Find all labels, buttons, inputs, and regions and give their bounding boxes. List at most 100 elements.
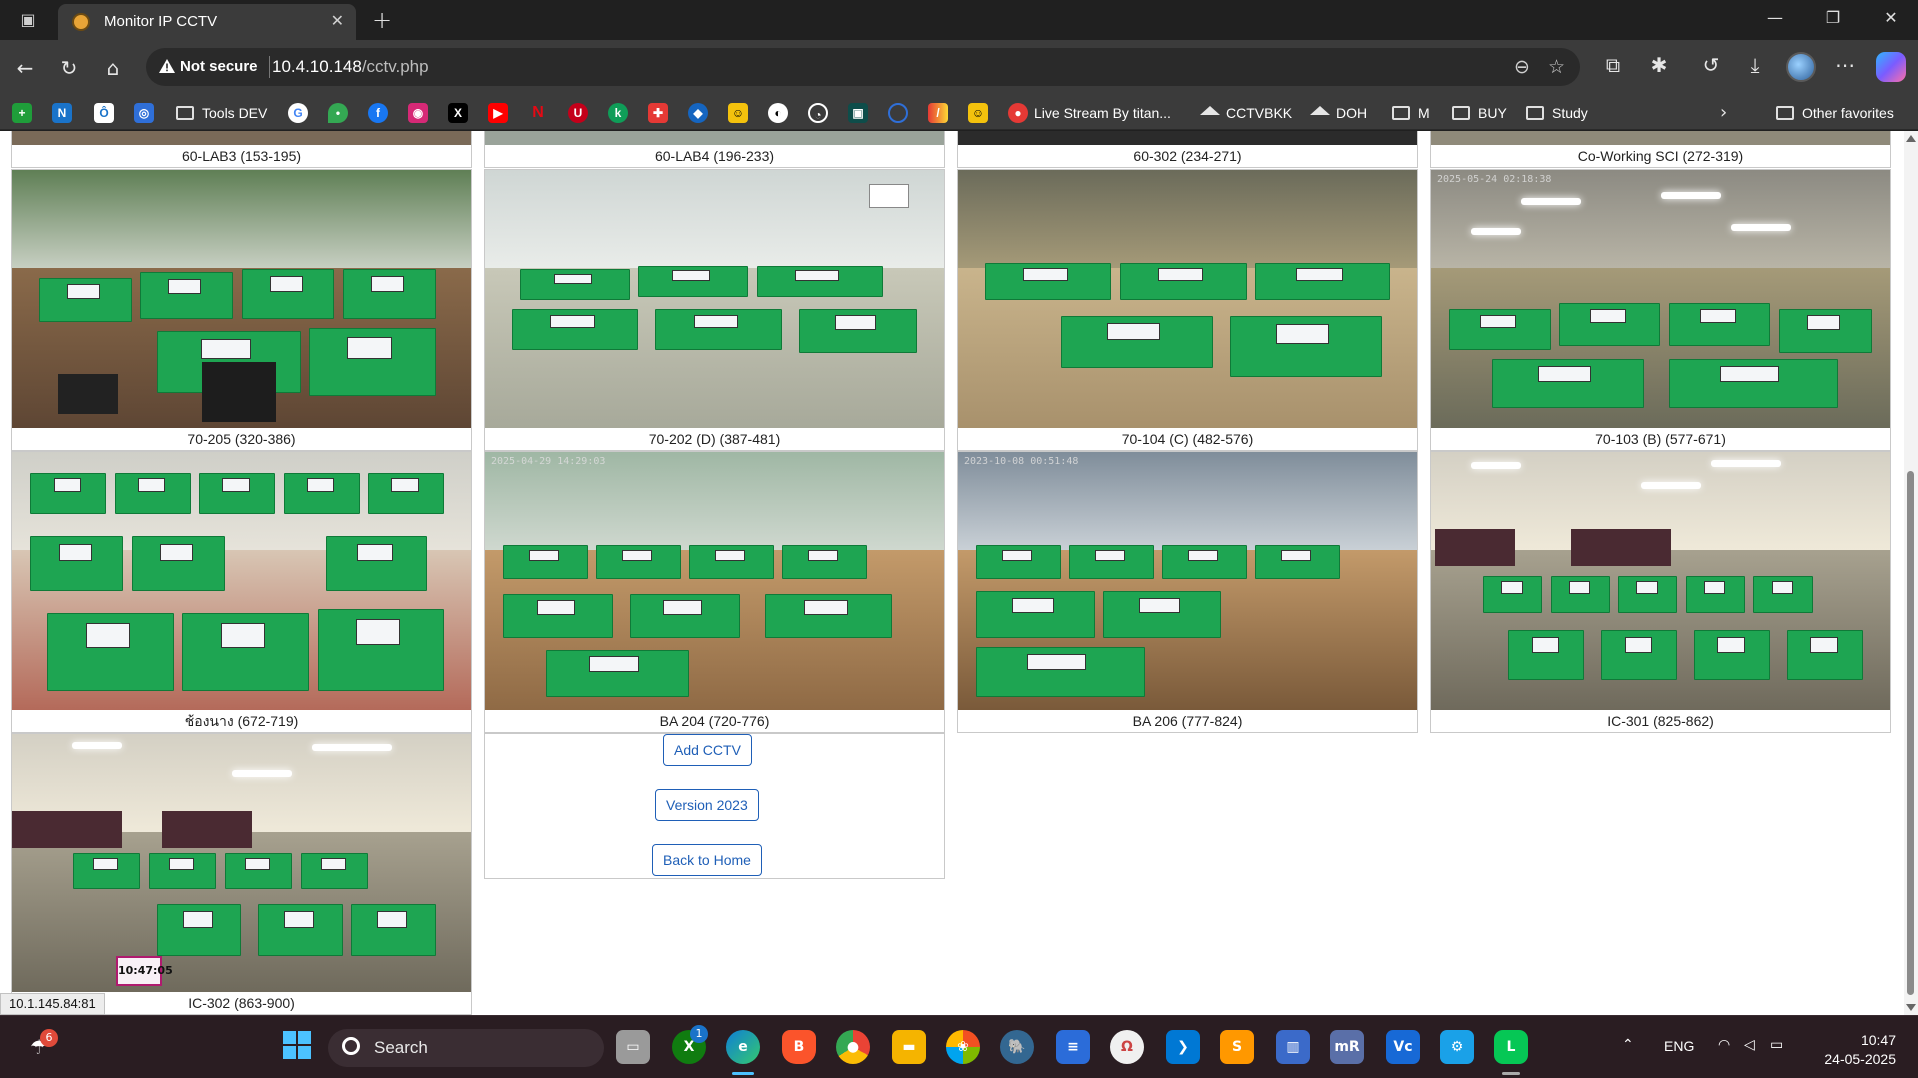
- taskbar-search[interactable]: Search: [328, 1029, 604, 1067]
- fav-onenote-icon[interactable]: N: [52, 102, 78, 124]
- fav-doh[interactable]: DOH: [1310, 102, 1367, 124]
- notepad-icon[interactable]: ≡: [1056, 1030, 1090, 1064]
- extensions-icon[interactable]: ✱: [1644, 53, 1674, 77]
- favorite-star-icon[interactable]: ☆: [1548, 56, 1565, 78]
- scroll-thumb[interactable]: [1907, 471, 1914, 995]
- minimize-icon[interactable]: —: [1760, 8, 1790, 27]
- fav-youtube-icon[interactable]: ▶: [488, 102, 514, 124]
- active-tab[interactable]: Monitor IP CCTV ✕: [58, 4, 356, 40]
- camera-feed[interactable]: [1431, 452, 1890, 710]
- fav-web-icon[interactable]: ◎: [134, 102, 160, 124]
- camera-tile[interactable]: 2025-04-29 14:29:03 BA 204 (720-776): [484, 451, 945, 733]
- network-tool-icon[interactable]: ⚙: [1440, 1030, 1474, 1064]
- wifi-icon[interactable]: ◠: [1718, 1036, 1730, 1053]
- camera-tile[interactable]: 70-205 (320-386): [11, 169, 472, 451]
- fav-x-icon[interactable]: X: [448, 102, 474, 124]
- zoom-icon[interactable]: ⊖: [1514, 56, 1530, 78]
- camera-tile[interactable]: 2025-05-24 02:18:38 70-103 (B) (577-671): [1430, 169, 1891, 451]
- fav-green-app-icon[interactable]: k: [608, 102, 634, 124]
- fav-cctvbkk[interactable]: CCTVBKK: [1200, 102, 1292, 124]
- fav-app-icon[interactable]: Ô: [94, 102, 120, 124]
- scroll-down-icon[interactable]: [1906, 1004, 1916, 1011]
- fav-netflix-icon[interactable]: N: [528, 102, 554, 124]
- add-cctv-button[interactable]: Add CCTV: [663, 734, 752, 766]
- profile-avatar[interactable]: [1786, 52, 1816, 82]
- fav-ring-icon[interactable]: [888, 102, 914, 124]
- address-bar[interactable]: Not secure 10.4.10.148/cctv.php ⊖ ☆: [146, 48, 1580, 86]
- camera-feed[interactable]: 2025-05-24 02:18:38: [1431, 170, 1890, 428]
- fav-other-favorites[interactable]: Other favorites: [1776, 102, 1894, 124]
- fav-character2-icon[interactable]: ☺: [968, 102, 994, 124]
- camera-tile[interactable]: ช้องนาง (672-719): [11, 451, 472, 733]
- restore-icon[interactable]: ❐: [1818, 8, 1848, 27]
- chevron-right-icon[interactable]: ›: [1720, 102, 1727, 123]
- camera-tile[interactable]: 60-302 (234-271): [957, 131, 1418, 168]
- fav-folder-buy[interactable]: BUY: [1452, 102, 1507, 124]
- fav-folder-m[interactable]: M: [1392, 102, 1430, 124]
- chrome-icon[interactable]: ●: [836, 1030, 870, 1064]
- camera-feed[interactable]: 10:47:05: [12, 734, 471, 992]
- camera-feed[interactable]: 2025-04-29 14:29:03: [485, 452, 944, 710]
- camera-tile[interactable]: 70-202 (D) (387-481): [484, 169, 945, 451]
- camera-tile[interactable]: 70-104 (C) (482-576): [957, 169, 1418, 451]
- file-explorer-icon[interactable]: ▬: [892, 1030, 926, 1064]
- back-icon[interactable]: ←: [10, 54, 40, 82]
- camera-feed[interactable]: 2023-10-08 00:51:48: [958, 452, 1417, 710]
- show-hidden-icons-icon[interactable]: ⌃: [1622, 1036, 1634, 1053]
- sublime-icon[interactable]: S: [1220, 1030, 1254, 1064]
- home-icon[interactable]: ⌂: [98, 54, 128, 82]
- line-icon[interactable]: L: [1494, 1030, 1528, 1064]
- battery-icon[interactable]: ▭: [1770, 1036, 1783, 1053]
- close-tab-icon[interactable]: ✕: [331, 11, 344, 30]
- back-to-home-button[interactable]: Back to Home: [652, 844, 762, 876]
- photos-icon[interactable]: ❀: [946, 1030, 980, 1064]
- fav-google-icon[interactable]: G: [288, 102, 314, 124]
- camera-tile[interactable]: Co-Working SCI (272-319): [1430, 131, 1891, 168]
- language-indicator[interactable]: ENG: [1664, 1038, 1694, 1054]
- camera-feed[interactable]: [958, 170, 1417, 428]
- camera-feed[interactable]: [12, 131, 471, 145]
- version-2023-button[interactable]: Version 2023: [655, 789, 759, 821]
- fav-live-stream[interactable]: ● Live Stream By titan...: [1008, 102, 1171, 124]
- edge-icon[interactable]: e: [726, 1030, 760, 1064]
- fav-gauge-icon[interactable]: ◔: [808, 102, 834, 124]
- close-window-icon[interactable]: ✕: [1876, 8, 1906, 27]
- collections-icon[interactable]: ⧉: [1598, 53, 1628, 77]
- camera-tile[interactable]: 2023-10-08 00:51:48 BA 206 (777-824): [957, 451, 1418, 733]
- camera-feed[interactable]: [12, 452, 471, 710]
- vc-icon[interactable]: Vc: [1386, 1030, 1420, 1064]
- camera-feed[interactable]: [1431, 131, 1890, 145]
- camera-feed[interactable]: [485, 131, 944, 145]
- start-button[interactable]: [280, 1030, 314, 1064]
- fav-drop-icon[interactable]: ◆: [688, 102, 714, 124]
- vscode-icon[interactable]: ❯: [1166, 1030, 1200, 1064]
- fav-character-icon[interactable]: ☺: [728, 102, 754, 124]
- fav-folder-study[interactable]: Study: [1526, 102, 1588, 124]
- page-scrollbar[interactable]: [1904, 131, 1918, 1015]
- tab-actions-icon[interactable]: ▣: [14, 8, 42, 32]
- fav-add-icon[interactable]: +: [12, 102, 38, 124]
- volume-icon[interactable]: ◁: [1744, 1036, 1755, 1053]
- fav-maps-icon[interactable]: •: [328, 102, 354, 124]
- fav-box-icon[interactable]: ▣: [848, 102, 874, 124]
- task-view-icon[interactable]: ▭: [616, 1030, 650, 1064]
- camera-tile[interactable]: 60-LAB4 (196-233): [484, 131, 945, 168]
- fav-folder-tools-dev[interactable]: Tools DEV: [176, 102, 267, 124]
- remote-desktop-icon[interactable]: ▥: [1276, 1030, 1310, 1064]
- camera-tile[interactable]: 60-LAB3 (153-195): [11, 131, 472, 168]
- more-options-icon[interactable]: ⋯: [1830, 53, 1860, 77]
- history-icon[interactable]: ↺: [1696, 53, 1726, 77]
- system-clock[interactable]: 10:47 24-05-2025: [1824, 1031, 1896, 1069]
- not-secure-label[interactable]: Not secure: [180, 58, 258, 75]
- fav-circle-icon[interactable]: ◐: [768, 102, 794, 124]
- fav-swiss-icon[interactable]: ✚: [648, 102, 674, 124]
- app-circle-icon[interactable]: Ω: [1110, 1030, 1144, 1064]
- brave-icon[interactable]: B: [782, 1030, 816, 1064]
- mremote-icon[interactable]: mR: [1330, 1030, 1364, 1064]
- camera-feed[interactable]: [958, 131, 1417, 145]
- camera-tile[interactable]: IC-301 (825-862): [1430, 451, 1891, 733]
- copilot-icon[interactable]: [1876, 52, 1906, 82]
- postgres-icon[interactable]: 🐘: [1000, 1030, 1034, 1064]
- camera-tile[interactable]: 10:47:05 IC-302 (863-900): [11, 733, 472, 1015]
- refresh-icon[interactable]: ↻: [54, 54, 84, 82]
